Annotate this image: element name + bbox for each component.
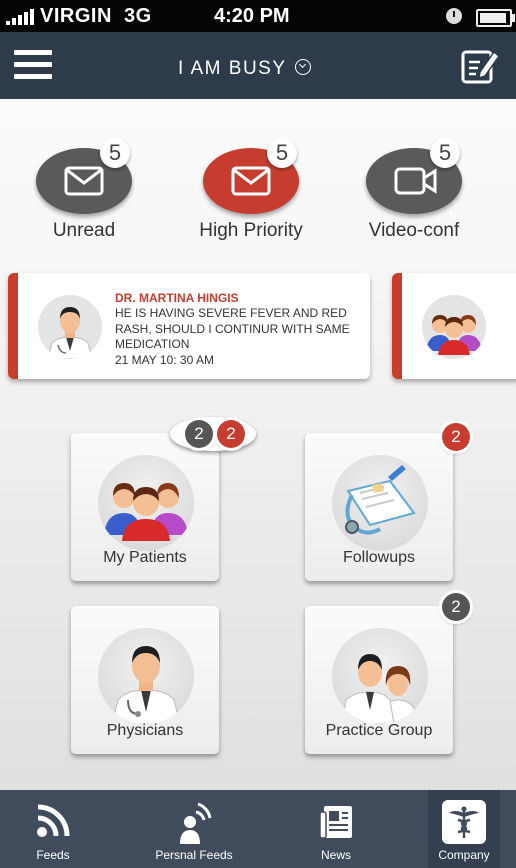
message-card-next[interactable]: [392, 273, 516, 379]
top-navbar: I AM BUSY: [0, 32, 516, 99]
doctor-icon: [98, 628, 194, 724]
tile-physicians[interactable]: Physicians: [71, 606, 219, 754]
caduceus-icon: [449, 806, 479, 838]
patients-avatar-icon: [422, 295, 486, 359]
priority-bar: [392, 273, 402, 379]
my-patients-badge-gray: 2: [185, 420, 213, 448]
message-text: HE IS HAVING SEVERE FEVER AND RED RASH, …: [115, 306, 350, 351]
status-time: 4:20 PM: [214, 5, 290, 27]
unread-button[interactable]: 5 Unread: [24, 138, 144, 248]
status-selector-label[interactable]: I AM BUSY: [178, 58, 287, 80]
bottom-tabbar: Feeds Persnal Feeds News Company: [0, 790, 516, 868]
patients-group-icon: [98, 455, 194, 551]
unread-count: 5: [100, 138, 130, 168]
followups-badge: 2: [442, 423, 470, 451]
tab-company[interactable]: Company: [428, 790, 500, 868]
my-patients-badge-red: 2: [217, 420, 245, 448]
high-priority-label: High Priority: [199, 220, 303, 241]
tile-practice-group[interactable]: Practice Group: [305, 606, 453, 754]
clipboard-stethoscope-icon: [332, 455, 428, 551]
high-priority-count: 5: [267, 138, 297, 168]
video-conf-label: Video-conf: [368, 220, 460, 241]
tab-label: Feeds: [36, 848, 70, 862]
doctors-group-icon: [332, 628, 428, 724]
envelope-icon: [64, 166, 104, 196]
tab-feeds[interactable]: Feeds: [0, 790, 106, 868]
alarm-clock-icon: [446, 8, 462, 24]
tab-news[interactable]: News: [300, 790, 372, 868]
tile-label: Physicians: [106, 722, 184, 739]
tile-label: Followups: [342, 549, 416, 566]
tile-label: Practice Group: [325, 722, 433, 739]
app-screen: VIRGIN 3G 4:20 PM I AM BUSY 5 Unread 5 H…: [0, 0, 516, 868]
chevron-down-icon[interactable]: [295, 59, 311, 75]
video-camera-icon: [394, 167, 437, 195]
rss-icon: [37, 804, 70, 837]
newspaper-icon: [319, 806, 352, 839]
priority-bar: [8, 273, 18, 379]
tab-label: Company: [438, 848, 490, 862]
doctor-avatar-icon: [38, 295, 102, 359]
compose-icon[interactable]: [460, 46, 500, 86]
tile-label: My Patients: [103, 549, 187, 566]
message-date: 21 MAY 10: 30 AM: [115, 353, 214, 367]
video-conf-count: 5: [430, 138, 460, 168]
person-broadcast-icon: [180, 802, 212, 844]
tab-label: News: [320, 848, 351, 862]
status-bar: VIRGIN 3G 4:20 PM: [0, 0, 516, 32]
carrier-label: VIRGIN 3G: [40, 5, 152, 27]
practice-group-badge: 2: [442, 593, 470, 621]
signal-icon: [6, 9, 34, 25]
envelope-icon: [231, 166, 271, 196]
message-sender: DR. MARTINA HINGIS: [115, 291, 239, 305]
tab-persnal-feeds[interactable]: Persnal Feeds: [138, 790, 250, 868]
high-priority-button[interactable]: 5 High Priority: [191, 138, 311, 248]
menu-icon[interactable]: [14, 50, 52, 80]
video-conf-button[interactable]: 5 Video-conf: [354, 138, 474, 248]
tile-followups[interactable]: Followups: [305, 433, 453, 581]
tab-label: Persnal Feeds: [155, 848, 233, 862]
tile-my-patients[interactable]: My Patients: [71, 433, 219, 581]
message-card[interactable]: DR. MARTINA HINGIS HE IS HAVING SEVERE F…: [8, 273, 370, 379]
unread-label: Unread: [52, 220, 116, 241]
active-tab-indicator: [442, 800, 486, 844]
battery-icon: [476, 9, 515, 27]
